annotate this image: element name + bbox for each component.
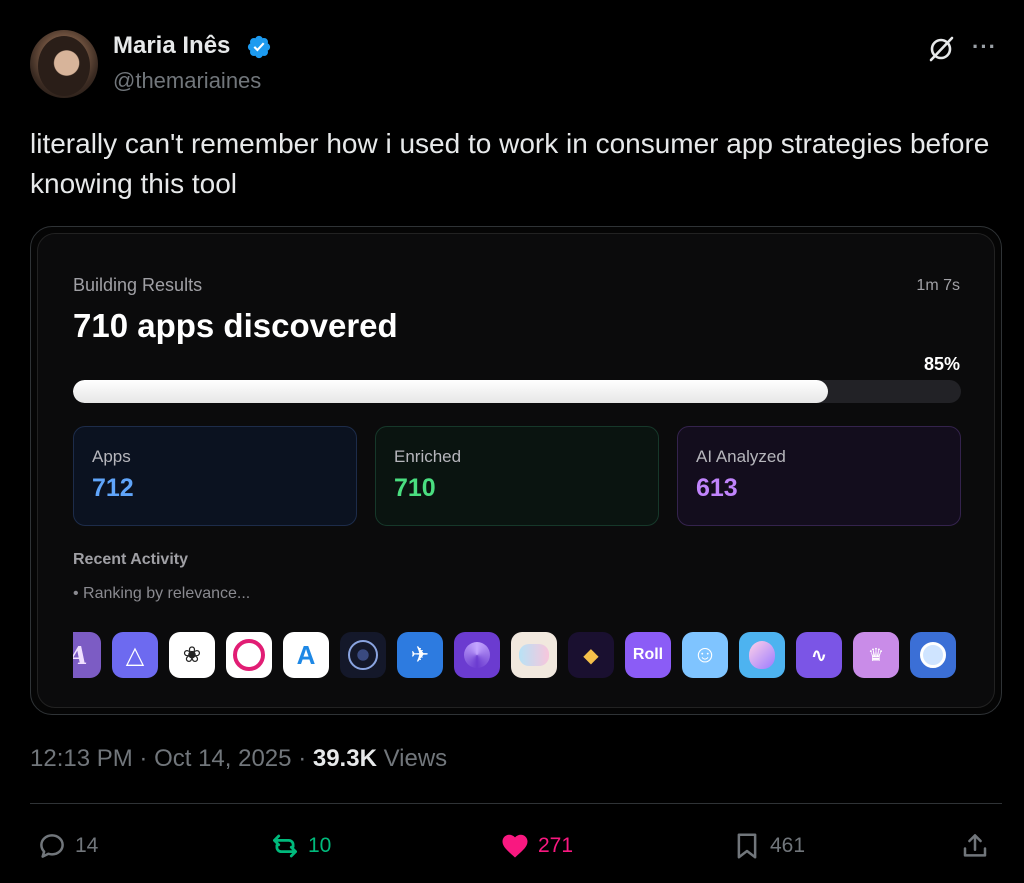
views-count: 39.3K — [312, 745, 377, 772]
elapsed-time: 1m 7s — [916, 277, 960, 294]
crown-camera-app-icon: ♛ — [853, 632, 899, 678]
progress-bar — [73, 380, 961, 403]
author-name[interactable]: Maria Inês — [113, 32, 230, 60]
reply-icon — [40, 834, 64, 858]
bird-app-icon: ✈ — [397, 632, 443, 678]
meditation-app-icon: ❀ — [169, 632, 215, 678]
bookmark-icon — [737, 833, 757, 859]
more-options-icon[interactable]: ··· — [972, 34, 997, 60]
bookmark-button[interactable]: 461 — [732, 828, 805, 864]
stat-value: 712 — [92, 474, 134, 502]
tweet-timestamp[interactable]: 12:13 PM · Oct 14, 2025 · 39.3K Views — [30, 745, 447, 773]
stat-label: AI Analyzed — [696, 447, 786, 466]
share-icon — [963, 834, 987, 857]
author-avatar[interactable] — [30, 30, 98, 98]
face-profile-app-icon — [739, 632, 785, 678]
reply-button[interactable]: 14 — [37, 828, 98, 864]
triangle-app-icon: △ — [112, 632, 158, 678]
activity-line: • Ranking by relevance... — [73, 585, 251, 602]
app-icon-strip: A△❀A✈◆Roll☺∿♛ — [73, 632, 961, 680]
app-store-icon: A — [283, 632, 329, 678]
stat-enriched: Enriched 710 — [375, 426, 659, 526]
stat-ai-analyzed: AI Analyzed 613 — [677, 426, 961, 526]
stat-value: 710 — [394, 474, 436, 502]
heart-icon — [502, 834, 528, 858]
progress-percent: 85% — [923, 354, 960, 374]
share-button[interactable] — [960, 828, 998, 864]
like-button[interactable]: 271 — [500, 828, 573, 864]
card-label: Building Results — [73, 275, 203, 295]
reply-count: 14 — [75, 834, 99, 857]
stat-value: 613 — [696, 474, 738, 502]
roll-app-icon: Roll — [625, 632, 671, 678]
card-headline: 710 apps discovered — [73, 307, 398, 344]
separator: · — [298, 745, 313, 772]
tweet-date: Oct 14, 2025 — [154, 745, 292, 772]
script-a-app-icon: A — [73, 632, 101, 678]
author-handle[interactable]: @themariaines — [113, 68, 261, 94]
swirl-app-icon — [454, 632, 500, 678]
bookmark-count: 461 — [770, 834, 806, 857]
tweet-time: 12:13 PM — [30, 745, 133, 772]
separator: · — [139, 745, 155, 772]
like-count: 271 — [538, 834, 574, 857]
flower-of-life-app-icon — [340, 632, 386, 678]
progress-fill — [73, 380, 828, 403]
pastel-characters-app-icon — [511, 632, 557, 678]
avatar-portrait — [38, 36, 90, 96]
stat-apps: Apps 712 — [73, 426, 357, 526]
activity-title: Recent Activity — [73, 551, 188, 568]
tweet-media[interactable]: Building Results 1m 7s 710 apps discover… — [30, 226, 1002, 715]
stat-label: Enriched — [394, 447, 462, 466]
views-label: Views — [383, 745, 448, 772]
results-card: Building Results 1m 7s 710 apps discover… — [37, 233, 995, 708]
grok-icon[interactable] — [927, 35, 955, 63]
smiley-app-icon: ☺ — [682, 632, 728, 678]
black-cat-app-icon: ◆ — [568, 632, 614, 678]
verified-badge-icon — [247, 35, 271, 59]
ring-app-icon — [226, 632, 272, 678]
stat-label: Apps — [92, 447, 131, 466]
repost-button[interactable]: 10 — [270, 828, 331, 864]
divider — [30, 803, 1002, 804]
astronaut-app-icon — [910, 632, 956, 678]
tweet-text: literally can't remember how i used to w… — [30, 128, 990, 199]
repost-icon — [273, 834, 297, 858]
repost-count: 10 — [308, 834, 332, 857]
waveform-app-icon: ∿ — [796, 632, 842, 678]
